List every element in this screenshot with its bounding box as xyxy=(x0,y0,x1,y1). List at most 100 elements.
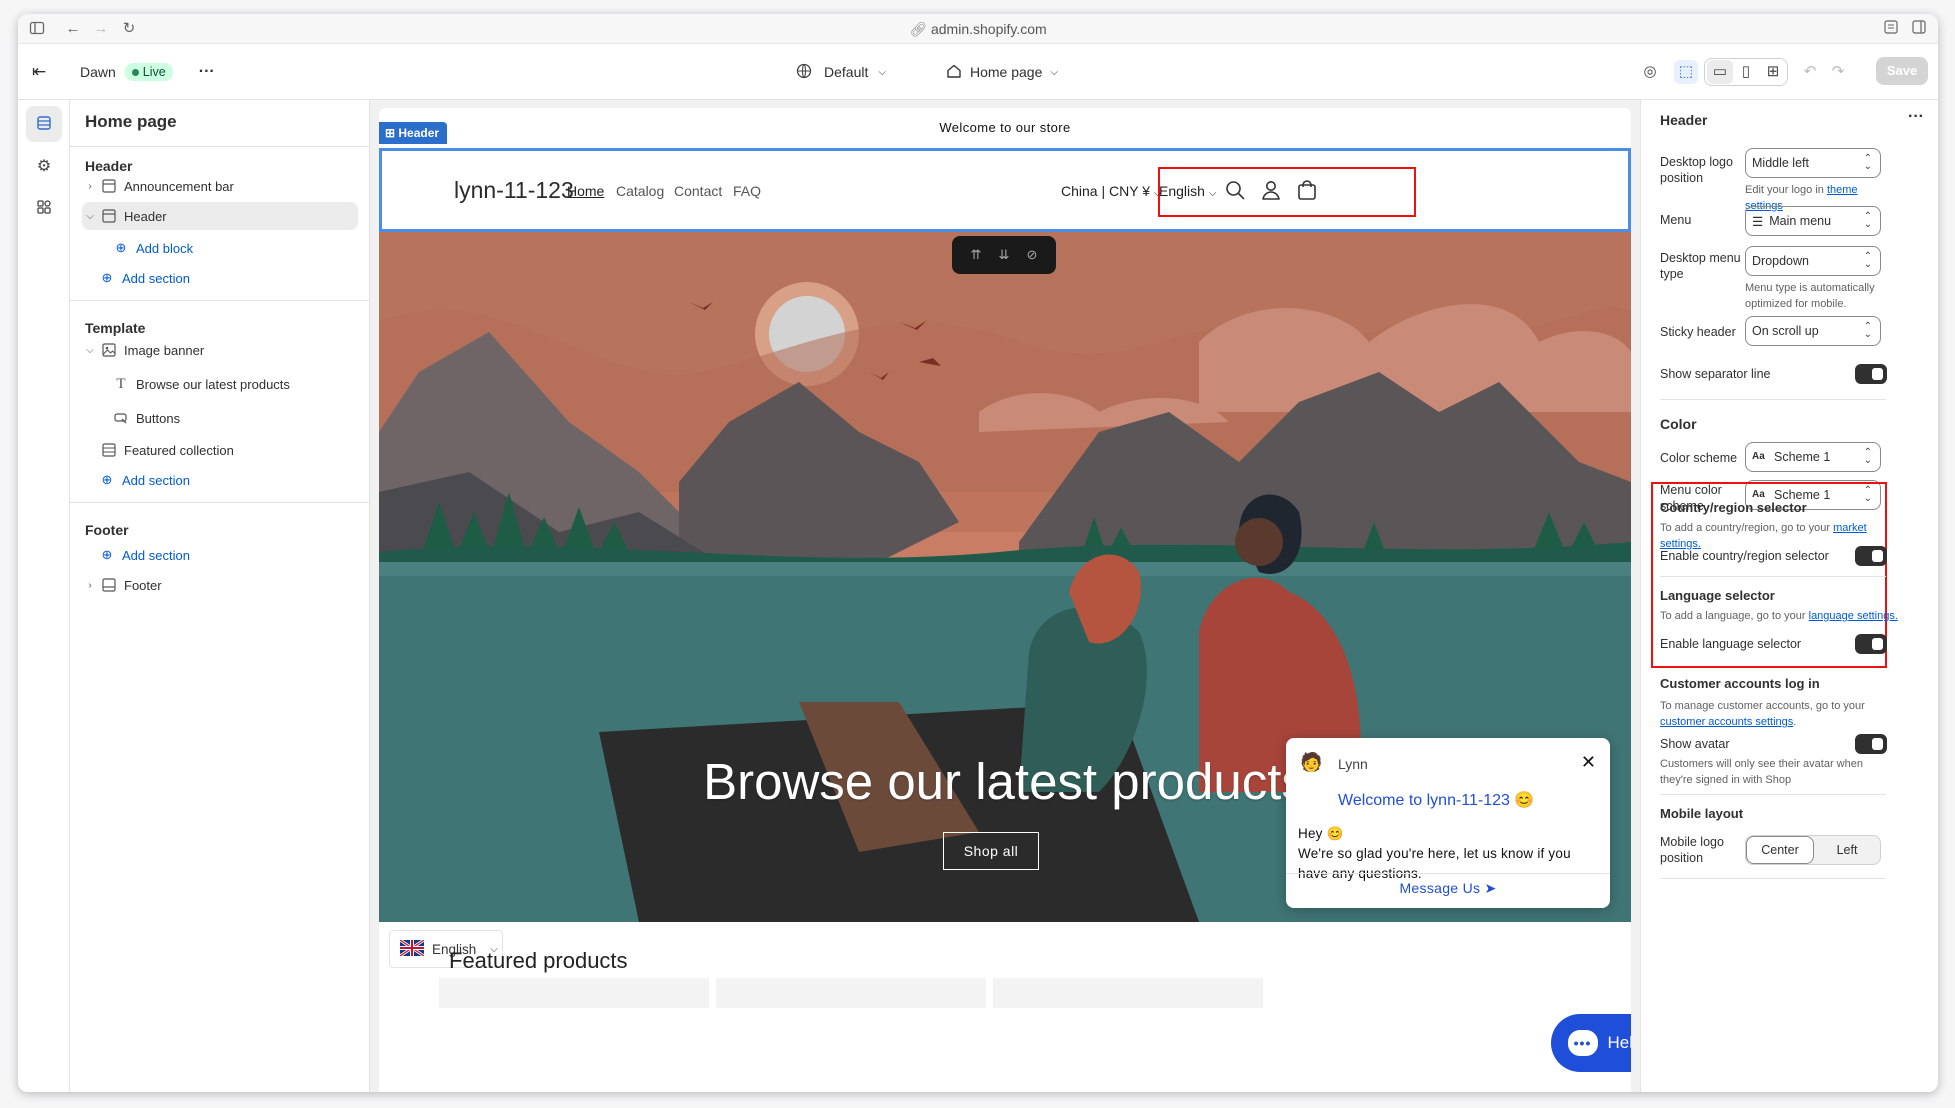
section-header[interactable]: ⌵ Header xyxy=(82,202,358,230)
nav-catalog[interactable]: Catalog xyxy=(616,183,664,199)
announcement-bar[interactable]: Welcome to our store xyxy=(379,108,1631,148)
menu-type-select[interactable]: Dropdown ⌃ ⌄ xyxy=(1745,246,1881,276)
section-footer[interactable]: › Footer xyxy=(82,571,358,599)
mobile-center-option[interactable]: Center xyxy=(1746,836,1814,864)
view-selector[interactable]: Default ⌵ xyxy=(796,44,886,100)
add-section-template-button[interactable]: ⊕ Add section xyxy=(96,466,358,494)
group-template: Template xyxy=(85,320,146,336)
nav-faq[interactable]: FAQ xyxy=(733,183,761,199)
chevron-right-icon[interactable]: › xyxy=(82,580,98,591)
hide-icon[interactable]: ⊘ xyxy=(1027,247,1038,263)
desktop-icon[interactable]: ▭ xyxy=(1707,60,1733,84)
message-us-label: Message Us xyxy=(1399,880,1481,896)
product-card[interactable] xyxy=(439,978,709,1008)
move-down-icon[interactable]: ⇊ xyxy=(999,247,1010,263)
grid-icon: ⊞ xyxy=(385,126,399,140)
preview-canvas: Welcome to our store Browse our latest p… xyxy=(370,100,1640,1092)
avatar-toggle[interactable] xyxy=(1855,734,1887,754)
more-actions-button[interactable]: ··· xyxy=(199,63,215,81)
view-label: Default xyxy=(824,64,869,80)
nav-home[interactable]: Home xyxy=(567,183,604,199)
device-switcher: ▭ ▯ ⊞ xyxy=(1704,58,1788,86)
add-section-footer-button[interactable]: ⊕ Add section xyxy=(96,541,358,569)
shop-all-button[interactable]: Shop all xyxy=(943,832,1039,870)
editor-toolbar: ⇤ Dawn Live ··· Default ⌵ Home page ⌵ ◎ … xyxy=(18,44,1938,100)
fullscreen-icon[interactable]: ⊞ xyxy=(1761,60,1785,84)
language-label: English xyxy=(1159,183,1205,199)
separator-toggle[interactable] xyxy=(1855,364,1887,384)
menu-select[interactable]: ☰ Main menu ⌃ ⌄ xyxy=(1745,206,1881,236)
language-note: To add a language, go to your language s… xyxy=(1660,608,1900,624)
section-announcement-bar[interactable]: › Announcement bar xyxy=(82,172,358,200)
product-card[interactable] xyxy=(993,978,1263,1008)
store-logo[interactable]: lynn-11-123 xyxy=(454,177,574,204)
header-tag-label: Header xyxy=(398,126,440,140)
settings-panel: Header ··· Desktop logo position Middle … xyxy=(1640,100,1938,1092)
divider xyxy=(1286,873,1610,874)
customer-accounts-link[interactable]: customer accounts settings xyxy=(1660,716,1793,728)
country-selector[interactable]: China | CNY ¥ ⌵ xyxy=(1061,183,1161,199)
logo-position-select[interactable]: Middle left ⌃ ⌄ xyxy=(1745,148,1881,178)
chevron-right-icon[interactable]: › xyxy=(82,181,98,192)
add-block-label: Add block xyxy=(136,240,194,256)
chat-welcome: Welcome to lynn-11-123 😊 xyxy=(1338,792,1535,809)
live-label: Live xyxy=(142,65,166,79)
mobile-icon[interactable]: ▯ xyxy=(1734,60,1758,84)
chevron-down-icon[interactable]: ⌵ xyxy=(82,345,98,356)
country-toggle[interactable] xyxy=(1855,546,1887,566)
page-selector[interactable]: Home page ⌵ xyxy=(946,44,1058,100)
save-button[interactable]: Save xyxy=(1876,57,1928,85)
section-label: Footer xyxy=(124,577,162,593)
add-section-label: Add section xyxy=(122,547,190,563)
product-card[interactable] xyxy=(716,978,986,1008)
close-icon[interactable]: ✕ xyxy=(1581,752,1596,773)
separator-label: Show separator line xyxy=(1660,367,1771,381)
chevron-down-icon: ⌵ xyxy=(1050,66,1058,78)
redo-icon[interactable]: ↷ xyxy=(1826,60,1850,84)
block-buttons[interactable]: Buttons xyxy=(110,404,358,432)
note-text: To add a country/region, go to your xyxy=(1660,522,1830,534)
exit-button[interactable]: ⇤ xyxy=(32,44,46,100)
sticky-header-select[interactable]: On scroll up ⌃ ⌄ xyxy=(1745,316,1881,346)
plus-circle-icon: ⊕ xyxy=(115,240,127,255)
page-label: Home page xyxy=(970,64,1043,80)
help-button[interactable]: ••• Help xyxy=(1551,1014,1631,1072)
section-layout-icon xyxy=(100,177,118,195)
section-label: Featured collection xyxy=(124,442,234,458)
sections-tab[interactable] xyxy=(26,106,62,142)
language-settings-link[interactable]: language settings. xyxy=(1809,610,1898,622)
more-options-icon[interactable]: ··· xyxy=(1908,108,1924,126)
ai-sidekick-icon[interactable]: ◎ xyxy=(1638,60,1662,84)
apps-tab[interactable] xyxy=(26,190,62,226)
inspector-icon[interactable]: ⬚ xyxy=(1674,60,1698,84)
nav-contact[interactable]: Contact xyxy=(674,183,722,199)
account-icon[interactable] xyxy=(1260,179,1284,203)
add-block-button[interactable]: ⊕ Add block xyxy=(110,234,358,262)
store-header[interactable]: lynn-11-123 Home Catalog Contact FAQ Chi… xyxy=(379,148,1631,232)
search-icon[interactable] xyxy=(1224,179,1248,203)
split-view-icon[interactable] xyxy=(1910,20,1928,38)
language-toggle[interactable] xyxy=(1855,634,1887,654)
color-scheme-select[interactable]: Aa Scheme 1 ⌃ ⌄ xyxy=(1745,442,1881,472)
block-label: Buttons xyxy=(136,410,181,426)
chevron-down-icon[interactable]: ⌵ xyxy=(82,211,98,222)
language-selector[interactable]: English ⌵ xyxy=(1159,183,1216,199)
cart-icon[interactable] xyxy=(1296,179,1320,203)
add-section-label: Add section xyxy=(122,472,190,488)
move-up-icon[interactable]: ⇈ xyxy=(971,247,982,263)
address-bar[interactable]: 🔗︎ admin.shopify.com xyxy=(18,21,1938,38)
mobile-left-option[interactable]: Left xyxy=(1814,836,1880,864)
divider xyxy=(1660,878,1886,879)
theme-settings-tab[interactable]: ⚙ xyxy=(26,148,62,184)
chevron-down-icon: ⌵ xyxy=(1208,188,1217,199)
reader-icon[interactable] xyxy=(1882,20,1900,38)
undo-icon[interactable]: ↶ xyxy=(1798,60,1822,84)
section-image-banner[interactable]: ⌵ Image banner xyxy=(82,336,358,364)
block-text[interactable]: T Browse our latest products xyxy=(110,370,358,398)
mobile-logo-label: Mobile logo position xyxy=(1660,835,1724,865)
section-layout-icon xyxy=(100,207,118,225)
add-section-header-button[interactable]: ⊕ Add section xyxy=(96,264,358,292)
accounts-note: To manage customer accounts, go to your … xyxy=(1660,700,1865,728)
section-featured-collection[interactable]: Featured collection xyxy=(98,436,358,464)
message-us-button[interactable]: Message Us ➤ xyxy=(1286,880,1610,897)
